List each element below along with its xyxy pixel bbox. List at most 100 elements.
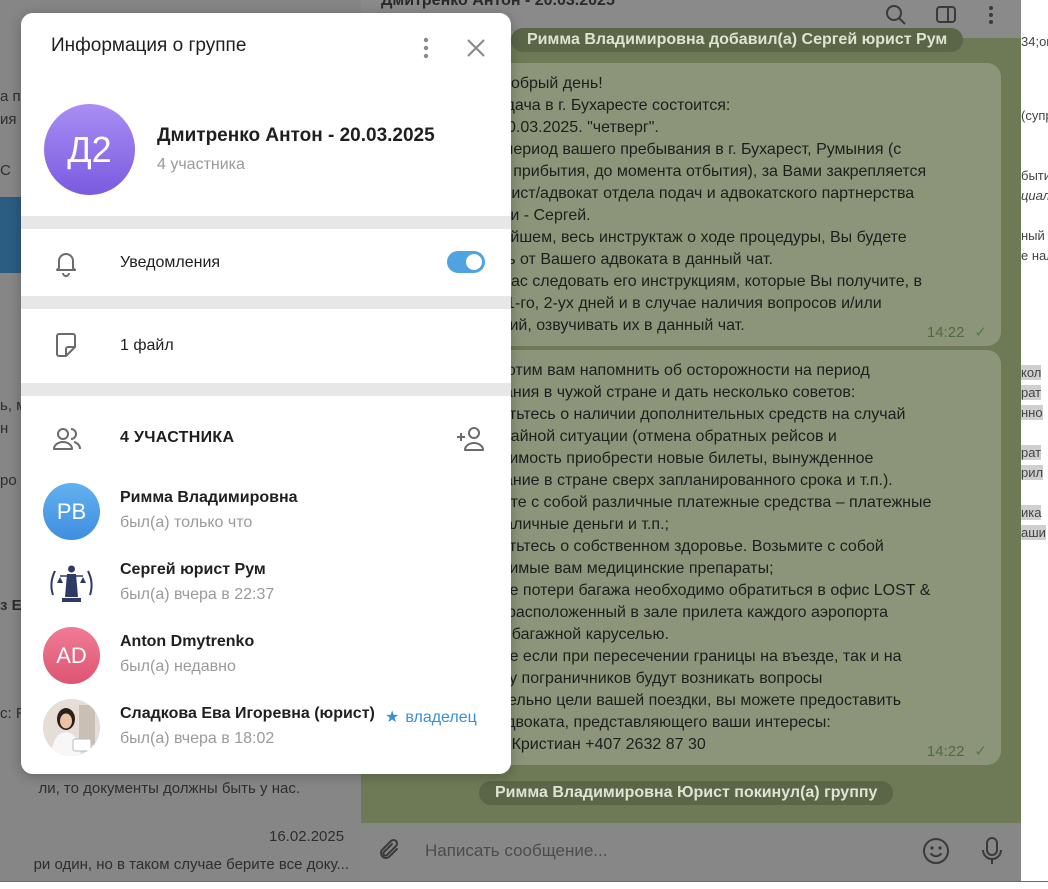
group-avatar[interactable]: Д2 bbox=[44, 104, 135, 195]
message-line: шу Вас следовать его инструкциям, которы… bbox=[475, 273, 922, 290]
member-name: Сергей юрист Рум bbox=[120, 561, 266, 578]
user-photo-icon bbox=[43, 699, 100, 756]
right-fragment: циал bbox=[1021, 188, 1048, 203]
member-name: Сладкова Ева Игоревна (юрист) bbox=[120, 705, 375, 722]
message-line: есь период вашего пребывания в г. Бухаре… bbox=[475, 141, 902, 158]
member-status: был(а) недавно bbox=[120, 658, 236, 675]
member-item[interactable]: Сладкова Ева Игоревна (юрист) был(а) вче… bbox=[21, 699, 511, 769]
member-status: был(а) вчера в 22:37 bbox=[120, 586, 275, 603]
message-line: зьмите с собой различные платежные средс… bbox=[475, 494, 932, 511]
group-info-dialog: Информация о группе Д2 Дмитренко Антон -… bbox=[21, 13, 511, 774]
member-name: Anton Dmytrenko bbox=[120, 633, 255, 650]
message-line: зде, у пограничников будут возникать воп… bbox=[475, 670, 823, 687]
group-info-header: Информация о группе Д2 Дмитренко Антон -… bbox=[21, 13, 511, 216]
message-line: нии 1-го, 2-ух дней и в случае наличия в… bbox=[475, 295, 882, 312]
message-line: заботьтесь о наличии дополнительных сред… bbox=[475, 406, 906, 423]
message-line: а подача в г. Бухаресте состоится: bbox=[475, 97, 731, 114]
message-line: лучае если при пересечении границы на въ… bbox=[475, 648, 902, 665]
message-line: ечаний, озвучивать их в данный чат. bbox=[475, 317, 745, 334]
toggle-knob bbox=[466, 254, 482, 270]
microphone-icon[interactable] bbox=[979, 836, 1005, 871]
message-bubble[interactable]: же хотим вам напомнить об осторожности н… bbox=[461, 350, 1001, 765]
message-line: бходимые вам медицинские препараты; bbox=[475, 560, 774, 577]
member-status: был(а) только что bbox=[120, 514, 253, 531]
right-fragment: 34;ова bbox=[1021, 34, 1048, 49]
members-title: 4 УЧАСТНИКА bbox=[120, 429, 235, 446]
read-check-icon: ✓ bbox=[974, 743, 987, 760]
right-fragment: рат bbox=[1021, 445, 1042, 460]
message-line: же хотим вам напомнить об осторожности н… bbox=[475, 362, 870, 379]
message-text: же хотим вам напомнить об осторожности н… bbox=[475, 360, 987, 756]
message-line: ND, расположенный в зале прилета каждого… bbox=[475, 604, 888, 621]
member-item[interactable]: AD Anton Dmytrenko был(а) недавно bbox=[21, 627, 511, 697]
message-line: бывание в стране сверх запланированного … bbox=[475, 472, 893, 489]
message-line: он, добрый день! bbox=[475, 75, 603, 92]
message-line: ента прибытия, до момента отбытия), за В… bbox=[475, 163, 927, 180]
right-fragment: нно bbox=[1021, 405, 1043, 420]
group-members-count: 4 участника bbox=[157, 156, 245, 173]
message-time: 14:22 ✓ bbox=[926, 324, 987, 341]
message-line: лучае потери багажа необходимо обратитьс… bbox=[475, 582, 931, 599]
avatar bbox=[43, 555, 100, 612]
chat-list-fragment: н bbox=[0, 420, 9, 437]
more-vertical-icon[interactable] bbox=[980, 4, 1002, 26]
chat-list-preview: ри один, но в таком случае берите все до… bbox=[33, 856, 349, 873]
message-bubble[interactable]: он, добрый день! а подача в г. Бухаресте … bbox=[461, 63, 1001, 346]
notifications-row[interactable]: Уведомления bbox=[21, 229, 511, 296]
service-message: Римма Владимировна добавил(а) Сергей юри… bbox=[511, 28, 964, 52]
notifications-toggle[interactable] bbox=[447, 251, 485, 273]
message-line: ом с багажной каруселью. bbox=[475, 626, 669, 643]
service-message: Римма Владимировна Юрист покинул(а) груп… bbox=[479, 781, 894, 805]
read-check-icon: ✓ bbox=[974, 324, 987, 341]
right-panel-fragment: 34;ова (супр бытия циал ный е нал кол ра… bbox=[1021, 0, 1048, 889]
message-line: осительно цели вашей поездки, вы можете … bbox=[475, 692, 902, 709]
file-icon bbox=[52, 331, 80, 359]
right-fragment: рил bbox=[1021, 465, 1044, 480]
message-line: циалист/адвокат отдела подач и адвокатск… bbox=[475, 185, 915, 202]
chat-title[interactable]: Дмитренко Антон - 20.03.2025 bbox=[381, 0, 615, 10]
files-label: 1 файл bbox=[120, 337, 174, 354]
users-icon bbox=[52, 425, 81, 453]
right-fragment: ный bbox=[1021, 228, 1045, 243]
justice-logo-icon bbox=[44, 556, 99, 611]
avatar: РВ bbox=[43, 483, 100, 540]
message-line: заботьтесь о собственном здоровье. Возьм… bbox=[475, 538, 884, 555]
chat-list-fragment: ия bbox=[0, 111, 17, 128]
emoji-icon[interactable] bbox=[921, 836, 951, 871]
star-icon: ★ bbox=[385, 709, 400, 726]
right-fragment: аши bbox=[1021, 525, 1046, 540]
right-fragment: (супр bbox=[1021, 108, 1048, 123]
chat-list-fragment: ро bbox=[0, 472, 17, 489]
chat-list-fragment: а п bbox=[0, 88, 21, 105]
add-user-icon[interactable] bbox=[456, 425, 486, 453]
right-fragment: бытия bbox=[1021, 168, 1048, 183]
member-item[interactable]: Сергей юрист Рум был(а) вчера в 22:37 bbox=[21, 555, 511, 625]
right-fragment: ика bbox=[1021, 505, 1042, 520]
right-fragment: рат bbox=[1021, 385, 1042, 400]
message-line: льнейшем, весь инструктаж о ходе процеду… bbox=[475, 229, 907, 246]
chat-list-preview: ли, то документы должны быть у нас. bbox=[38, 780, 300, 797]
members-section: 4 УЧАСТНИКА РВ Римма Владимировна был(а)… bbox=[21, 396, 511, 774]
right-fragment: кол bbox=[1021, 365, 1042, 380]
selected-chat-highlight bbox=[0, 197, 21, 273]
group-name: Дмитренко Антон - 20.03.2025 bbox=[157, 125, 435, 146]
owner-badge: ★ владелец bbox=[385, 707, 477, 727]
chat-list-date: 16.02.2025 bbox=[269, 828, 345, 845]
files-row[interactable]: 1 файл bbox=[21, 309, 511, 383]
message-line: ер адвоката, представляющего ваши интере… bbox=[475, 714, 831, 731]
more-options-icon[interactable] bbox=[414, 36, 438, 60]
attach-icon[interactable] bbox=[377, 837, 405, 870]
member-item[interactable]: РВ Римма Владимировна был(а) только что bbox=[21, 483, 511, 553]
message-line: ы, наличные деньги и т.п.; bbox=[475, 516, 669, 533]
right-fragment: е нал bbox=[1021, 248, 1048, 263]
bell-icon bbox=[52, 249, 80, 277]
message-input[interactable]: Написать сообщение... bbox=[425, 841, 607, 861]
avatar bbox=[43, 699, 100, 756]
sidebar-toggle-icon[interactable] bbox=[935, 4, 957, 26]
message-line: пании - Сергей. bbox=[475, 207, 591, 224]
search-icon[interactable] bbox=[885, 4, 907, 26]
window-bottom-edge bbox=[0, 881, 1048, 889]
dialog-title: Информация о группе bbox=[51, 35, 247, 56]
member-status: был(а) вчера в 18:02 bbox=[120, 730, 275, 747]
close-icon[interactable] bbox=[464, 36, 488, 60]
